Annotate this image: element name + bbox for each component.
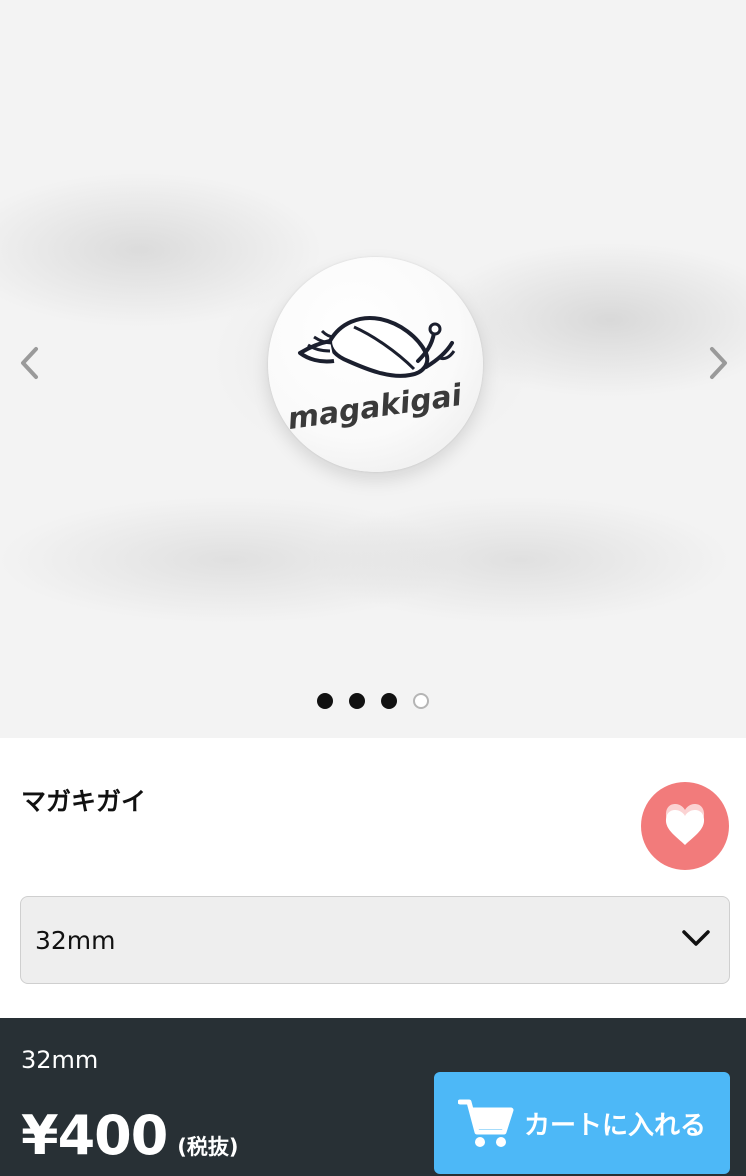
badge-logo-text: magakigai — [285, 378, 464, 437]
favorite-button[interactable] — [641, 782, 729, 870]
purchase-bar: 32mm ¥400 (税抜) カートに入れる — [0, 1018, 746, 1176]
product-title: マガキガイ — [21, 787, 147, 816]
product-image-badge: magakigai — [268, 257, 483, 472]
gallery-dot-1[interactable] — [317, 693, 333, 709]
gallery-dot-4-active[interactable] — [413, 693, 429, 709]
chevron-right-icon — [710, 347, 727, 379]
add-to-cart-label: カートに入れる — [523, 1110, 706, 1141]
cart-icon — [457, 1099, 514, 1147]
selected-variant-label: 32mm — [21, 1046, 99, 1074]
heart-icon — [665, 804, 705, 845]
chevron-left-icon — [21, 347, 38, 379]
gallery-dot-2[interactable] — [349, 693, 365, 709]
conch-shell-illustration: magakigai — [285, 316, 465, 437]
gallery-pagination — [0, 690, 746, 712]
size-select-value: 32mm — [35, 925, 116, 955]
price: ¥400 — [21, 1104, 168, 1167]
gallery-prev-button[interactable] — [12, 343, 48, 383]
product-image-gallery[interactable]: magakigai — [0, 0, 746, 738]
price-row: ¥400 (税抜) — [21, 1104, 239, 1167]
gallery-dot-3[interactable] — [381, 693, 397, 709]
size-select[interactable]: 32mm — [20, 896, 730, 984]
add-to-cart-button[interactable]: カートに入れる — [434, 1072, 730, 1174]
chevron-down-icon — [682, 930, 710, 946]
tax-note: (税抜) — [177, 1135, 239, 1159]
gallery-next-button[interactable] — [700, 343, 736, 383]
